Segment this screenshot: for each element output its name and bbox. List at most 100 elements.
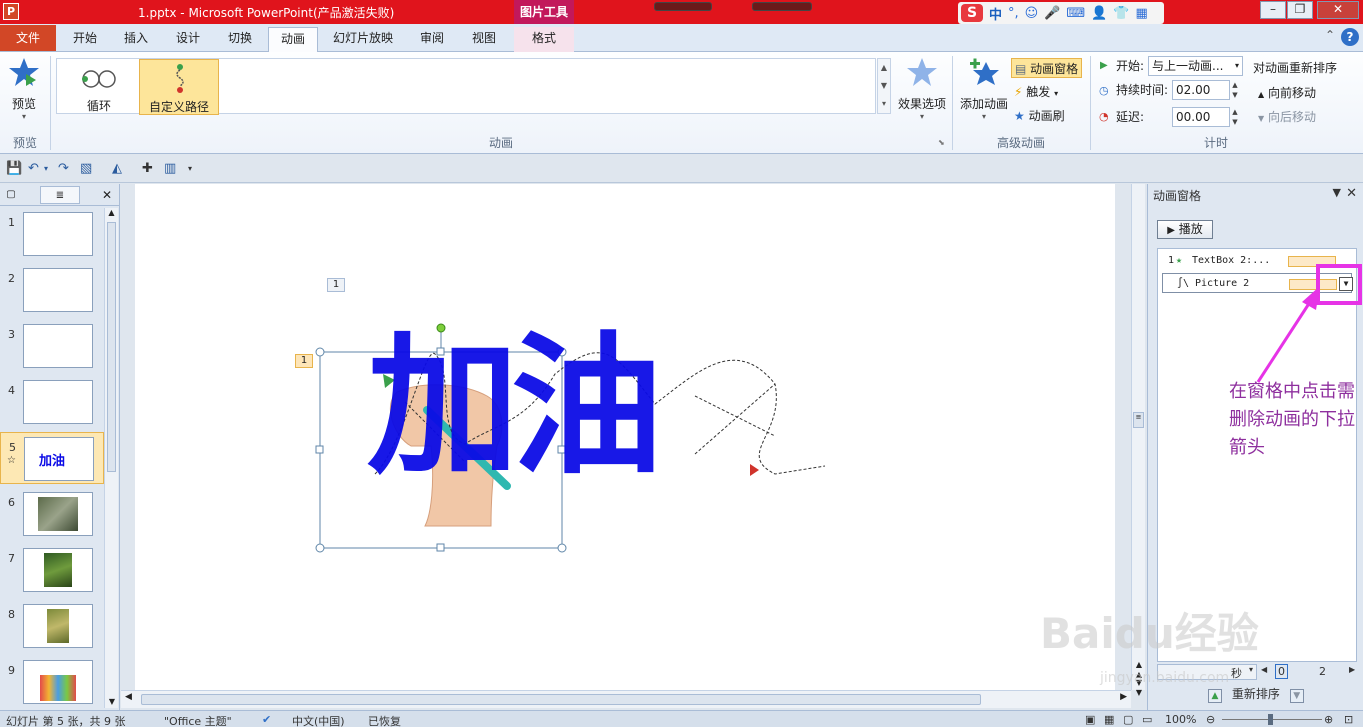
scroll-up-icon[interactable]: ▲: [105, 208, 118, 217]
reading-view-icon[interactable]: ▢: [1123, 713, 1133, 726]
redo-icon[interactable]: ↷: [58, 161, 69, 176]
slide-thumbnail-row[interactable]: 8: [0, 600, 104, 652]
normal-view-icon[interactable]: ▣: [1085, 713, 1095, 726]
zoom-in-icon[interactable]: ⊕: [1324, 713, 1333, 726]
slide-thumbnail[interactable]: [23, 324, 93, 368]
image-tool-icon[interactable]: ▧: [80, 161, 92, 176]
slide-thumbnail[interactable]: [23, 268, 93, 312]
timeline-unit-dropdown-icon[interactable]: ▾: [1249, 665, 1253, 674]
punctuation-icon[interactable]: °,: [1008, 6, 1019, 21]
slideshow-view-icon[interactable]: ▭: [1142, 713, 1152, 726]
gallery-down-icon[interactable]: ▼: [878, 77, 890, 95]
tab-insert[interactable]: 插入: [113, 27, 159, 52]
zoom-out-icon[interactable]: ⊖: [1206, 713, 1215, 726]
slide-thumbnail-row[interactable]: 4: [0, 376, 104, 428]
start-select[interactable]: 与上一动画... ▾: [1148, 56, 1243, 76]
tab-slideshow[interactable]: 幻灯片放映: [324, 27, 402, 52]
add-animation-button[interactable]: 添加动画 ▾: [956, 56, 1012, 121]
scroll-left-icon[interactable]: ◀: [125, 692, 132, 702]
skin-icon[interactable]: 👕: [1113, 6, 1129, 21]
slide-thumbnail[interactable]: [23, 212, 93, 256]
slide-canvas[interactable]: 加油 1 1: [135, 184, 1115, 690]
slide-sorter-icon[interactable]: ▦: [1104, 713, 1114, 726]
theme-status[interactable]: "Office 主题": [164, 713, 232, 727]
vertical-scroll-thumb[interactable]: ≡: [1133, 412, 1144, 428]
fit-to-window-icon[interactable]: ⊡: [1344, 713, 1353, 726]
duration-spinner[interactable]: ▲ ▼: [1230, 80, 1240, 100]
customize-qat-icon[interactable]: ▾: [188, 164, 192, 173]
ime-toolbar[interactable]: S 中 °, ☺ 🎤 ⌨ 👤 👕 ▦: [958, 2, 1164, 24]
reorder-up-icon[interactable]: ▲: [1208, 689, 1222, 703]
timeline-right-icon[interactable]: ▶: [1349, 665, 1355, 674]
slide-thumbnail[interactable]: [23, 660, 93, 704]
sogou-ime-icon[interactable]: S: [961, 4, 983, 22]
slides-scroll-thumb[interactable]: [107, 222, 116, 472]
slide-thumbnail[interactable]: 加油: [24, 437, 94, 481]
tab-format[interactable]: 格式: [514, 27, 574, 52]
play-button[interactable]: ▶ 播放: [1157, 220, 1213, 239]
duration-input[interactable]: 02.00: [1172, 80, 1230, 100]
slides-panel-close-icon[interactable]: ✕: [98, 186, 116, 204]
tab-animations[interactable]: 动画: [268, 27, 318, 52]
outline-tab-icon[interactable]: ≣: [40, 186, 80, 204]
zoom-level[interactable]: 100%: [1165, 713, 1196, 726]
microphone-icon[interactable]: 🎤: [1044, 6, 1060, 21]
crop-icon[interactable]: ✚: [142, 161, 153, 176]
save-icon[interactable]: 💾: [6, 161, 22, 176]
scroll-right-icon[interactable]: ▶: [1120, 692, 1127, 702]
slide-thumbnail-row[interactable]: 9: [0, 656, 104, 708]
language-status[interactable]: 中文(中国): [292, 713, 345, 727]
emoji-icon[interactable]: ☺: [1025, 6, 1039, 21]
slide-thumbnail-row[interactable]: 6: [0, 488, 104, 540]
gallery-more-icon[interactable]: ▾: [878, 95, 890, 113]
undo-icon[interactable]: ↶: [28, 161, 39, 176]
tab-review[interactable]: 审阅: [409, 27, 455, 52]
scroll-down-icon[interactable]: ▼: [105, 697, 119, 706]
ime-mode-indicator[interactable]: 中: [989, 4, 1002, 23]
slide-main-text[interactable]: 加油: [367, 322, 663, 492]
trigger-button[interactable]: ⚡ 触发 ▾: [1014, 82, 1058, 102]
tab-home[interactable]: 开始: [62, 27, 108, 52]
reorder-down-icon[interactable]: ▼: [1289, 689, 1304, 703]
pane-close-icon[interactable]: ✕: [1346, 186, 1357, 201]
slide-horizontal-scrollbar[interactable]: ◀ ▶: [121, 690, 1131, 708]
tab-view[interactable]: 视图: [461, 27, 507, 52]
effect-options-button[interactable]: 效果选项 ▾: [895, 56, 949, 121]
timeline-left-icon[interactable]: ◀: [1261, 665, 1267, 674]
tab-transitions[interactable]: 切换: [217, 27, 263, 52]
slide-thumbnail[interactable]: [23, 492, 93, 536]
delay-input[interactable]: 00.00: [1172, 107, 1230, 127]
gallery-item-custom-path[interactable]: 自定义路径: [139, 59, 219, 115]
preview-button[interactable]: 预览 ▾: [6, 56, 42, 121]
dialog-launcher-icon[interactable]: ⬊: [938, 138, 945, 147]
slide-thumbnail[interactable]: [23, 380, 93, 424]
align-icon[interactable]: ▥: [164, 161, 176, 176]
move-later-button[interactable]: ▼ 向后移动: [1258, 107, 1316, 127]
tab-file[interactable]: 文件: [0, 25, 56, 51]
close-button[interactable]: ✕: [1317, 1, 1359, 19]
keyboard-icon[interactable]: ⌨: [1066, 6, 1085, 21]
slides-scrollbar[interactable]: ▲ ▼: [104, 208, 118, 708]
animation-painter-button[interactable]: ★ 动画刷: [1014, 106, 1065, 126]
spell-check-icon[interactable]: ✔: [262, 713, 271, 726]
pane-menu-icon[interactable]: ▼: [1333, 186, 1341, 199]
undo-dropdown-icon[interactable]: ▾: [44, 164, 48, 173]
tab-design[interactable]: 设计: [165, 27, 211, 52]
move-earlier-button[interactable]: ▲ 向前移动: [1258, 83, 1316, 103]
user-icon[interactable]: 👤: [1091, 6, 1107, 21]
slides-tab-icon[interactable]: ▢: [4, 186, 18, 204]
gallery-item-loop[interactable]: 循环: [59, 59, 139, 115]
animation-order-tag-selected[interactable]: 1: [295, 354, 313, 368]
preview-dropdown-icon[interactable]: ▾: [6, 112, 42, 121]
slide-thumbnail-row-active[interactable]: 5 ☆ 加油: [0, 432, 104, 484]
slide-thumbnail-row[interactable]: 3: [0, 320, 104, 372]
powerpoint-app-icon[interactable]: P: [3, 3, 19, 20]
delay-spinner[interactable]: ▲ ▼: [1230, 107, 1240, 127]
gallery-scroll[interactable]: ▲ ▼ ▾: [877, 58, 891, 114]
slide-thumbnail-row[interactable]: 2: [0, 264, 104, 316]
effect-options-dropdown-icon[interactable]: ▾: [895, 112, 949, 121]
zoom-slider-thumb[interactable]: [1268, 714, 1273, 725]
timeline-unit-select[interactable]: 秒: [1231, 665, 1242, 681]
maximize-button[interactable]: ❐: [1287, 1, 1313, 19]
flip-icon[interactable]: ◭: [112, 161, 122, 176]
